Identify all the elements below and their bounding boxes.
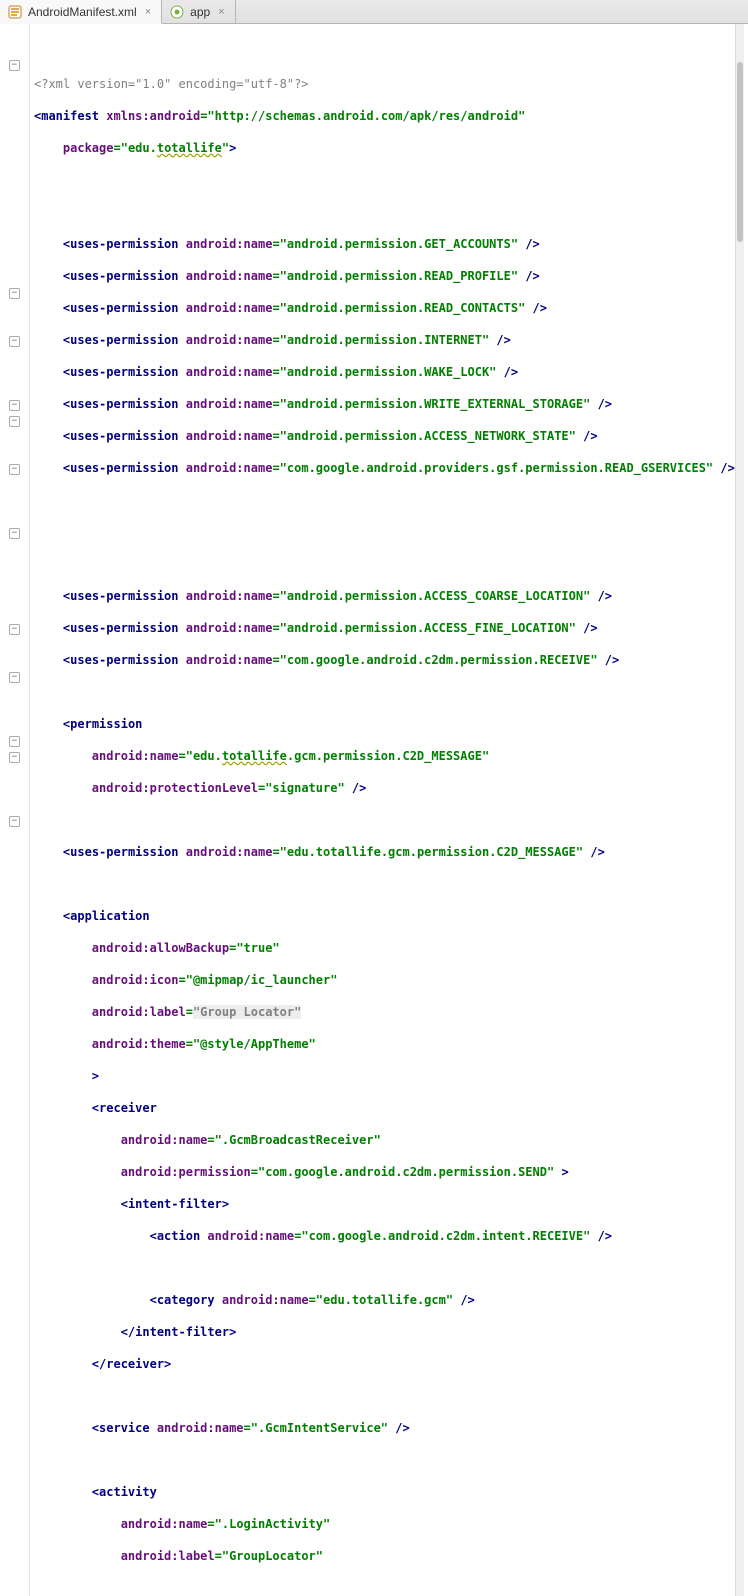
close-icon[interactable]: × [143, 6, 153, 18]
tab-label: AndroidManifest.xml [28, 5, 137, 19]
fold-toggle[interactable]: − [9, 464, 20, 475]
xml-declaration: <?xml version="1.0" encoding="utf-8"?> [34, 77, 309, 91]
xml-file-icon [8, 5, 22, 19]
fold-toggle[interactable]: − [9, 336, 20, 347]
fold-toggle[interactable]: − [9, 672, 20, 683]
fold-toggle[interactable]: − [9, 752, 20, 763]
code-editor[interactable]: − − − − − − − − − − − − <?xml version="1… [0, 24, 748, 1596]
fold-toggle[interactable]: − [9, 288, 20, 299]
fold-toggle[interactable]: − [9, 60, 20, 71]
tab-bar: AndroidManifest.xml × app × [0, 0, 748, 24]
tab-label: app [190, 5, 210, 19]
close-icon[interactable]: × [216, 6, 226, 18]
gradle-file-icon [170, 5, 184, 19]
fold-toggle[interactable]: − [9, 624, 20, 635]
fold-toggle[interactable]: − [9, 416, 20, 427]
tab-manifest[interactable]: AndroidManifest.xml × [0, 0, 162, 24]
fold-gutter: − − − − − − − − − − − − [0, 24, 30, 1596]
fold-toggle[interactable]: − [9, 400, 20, 411]
fold-toggle[interactable]: − [9, 816, 20, 827]
fold-toggle[interactable]: − [9, 736, 20, 747]
tab-app[interactable]: app × [162, 0, 235, 23]
scrollbar-thumb[interactable] [737, 62, 743, 242]
fold-toggle[interactable]: − [9, 528, 20, 539]
vertical-scrollbar[interactable] [735, 24, 744, 1596]
code-body[interactable]: <?xml version="1.0" encoding="utf-8"?> <… [30, 24, 735, 1596]
